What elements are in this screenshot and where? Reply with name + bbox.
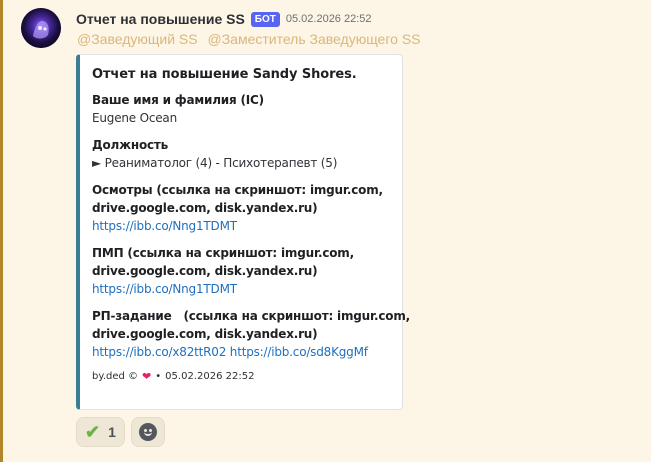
mention-zaveduyushchiy[interactable]: @Заведующий SS: [76, 31, 199, 47]
field-label: Ваше имя и фамилия (IC): [92, 93, 264, 107]
footer-timestamp: 05.02.2026 22:52: [165, 371, 255, 382]
screenshot-link[interactable]: https://ibb.co/x82ttR02: [92, 345, 226, 359]
embed-title: Отчет на повышение Sandy Shores.: [92, 67, 357, 82]
avatar[interactable]: [21, 8, 61, 48]
field-value: ► Реаниматолог (4) - Психотерапевт (5): [92, 156, 338, 170]
screenshot-link[interactable]: https://ibb.co/Nng1TDMT: [92, 282, 237, 296]
username[interactable]: Отчет на повышение SS: [76, 11, 245, 27]
mention-zamestitel[interactable]: @Заместитель Заведующего SS: [207, 31, 422, 47]
mentions-line: @Заведующий SS @Заместитель Заведующего …: [76, 31, 426, 47]
field-label: Должность: [92, 138, 169, 152]
field-label: drive.google.com, disk.yandex.ru): [92, 201, 318, 215]
smiley-icon: [138, 423, 157, 441]
heart-icon: ❤: [142, 370, 152, 383]
screenshot-link[interactable]: https://ibb.co/Nng1TDMT: [92, 219, 237, 233]
embed-footer: by.ded © ❤ • 05.02.2026 22:52: [92, 370, 392, 383]
footer-text: by.ded ©: [92, 371, 139, 382]
field-position: Должность ► Реаниматолог (4) - Психотера…: [92, 136, 392, 172]
bot-badge: БОТ: [250, 11, 280, 27]
embed-card: Отчет на повышение Sandy Shores. Ваше им…: [76, 54, 410, 410]
field-rp-task: РП-задание (ссылка на скриншот: imgur.co…: [92, 307, 410, 361]
message-timestamp[interactable]: 05.02.2026 22:52: [286, 13, 372, 25]
bot-message: Отчет на повышение SS БОТ 05.02.2026 22:…: [0, 0, 651, 462]
reaction-count: 1: [108, 424, 116, 440]
field-label: ПМП (ссылка на скриншот: imgur.com,: [92, 246, 354, 260]
field-pmp: ПМП (ссылка на скриншот: imgur.com, driv…: [92, 244, 392, 298]
field-osmotry: Осмотры (ссылка на скриншот: imgur.com, …: [92, 181, 392, 235]
field-label: Осмотры (ссылка на скриншот: imgur.com,: [92, 183, 383, 197]
mention-highlight-bar: [0, 0, 3, 462]
field-label: РП-задание (ссылка на скриншот: imgur.co…: [92, 309, 410, 323]
add-reaction-button[interactable]: [130, 417, 165, 447]
reactions-bar: ✔ 1: [76, 417, 165, 447]
screenshot-link[interactable]: https://ibb.co/sd8KggMf: [230, 345, 368, 359]
check-icon: ✔: [85, 422, 101, 442]
reaction-check[interactable]: ✔ 1: [76, 417, 125, 447]
field-name-ic: Ваше имя и фамилия (IC) Eugene Ocean: [92, 91, 392, 127]
field-label: drive.google.com, disk.yandex.ru): [92, 327, 318, 341]
field-label: drive.google.com, disk.yandex.ru): [92, 264, 318, 278]
field-value: Eugene Ocean: [92, 111, 177, 125]
message-header: Отчет на повышение SS БОТ 05.02.2026 22:…: [76, 10, 372, 28]
avatar-image: [21, 8, 61, 48]
footer-separator: •: [155, 371, 162, 382]
